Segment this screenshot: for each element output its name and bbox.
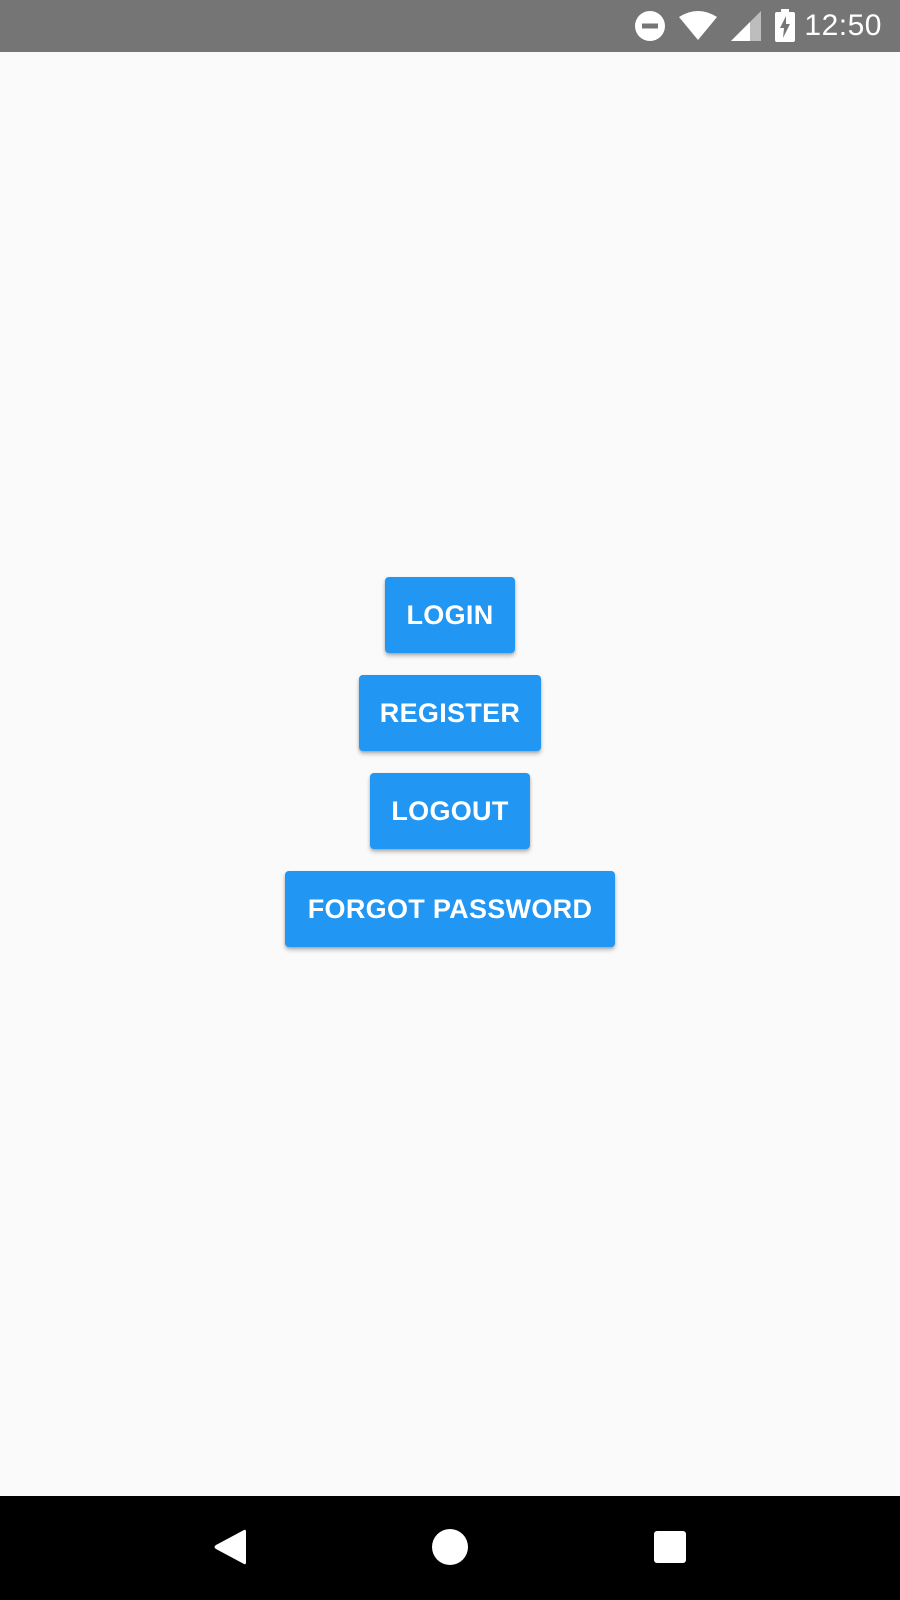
forgot-password-button[interactable]: FORGOT PASSWORD <box>285 871 615 947</box>
status-time: 12:50 <box>804 9 882 42</box>
main-content: LOGIN REGISTER LOGOUT FORGOT PASSWORD <box>0 52 900 1496</box>
back-icon <box>212 1527 248 1570</box>
recents-button[interactable] <box>630 1508 710 1588</box>
status-bar: 12:50 <box>0 0 900 52</box>
cell-signal-icon <box>730 10 762 42</box>
battery-charging-icon <box>774 9 796 43</box>
home-button[interactable] <box>410 1508 490 1588</box>
wifi-icon <box>678 11 718 41</box>
login-button[interactable]: LOGIN <box>385 577 515 653</box>
register-button[interactable]: REGISTER <box>359 675 541 751</box>
recents-icon <box>653 1530 687 1567</box>
status-icons <box>634 9 796 43</box>
navigation-bar <box>0 1496 900 1600</box>
button-stack: LOGIN REGISTER LOGOUT FORGOT PASSWORD <box>0 577 900 947</box>
do-not-disturb-icon <box>634 10 666 42</box>
logout-button[interactable]: LOGOUT <box>370 773 530 849</box>
back-button[interactable] <box>190 1508 270 1588</box>
home-icon <box>431 1528 469 1569</box>
